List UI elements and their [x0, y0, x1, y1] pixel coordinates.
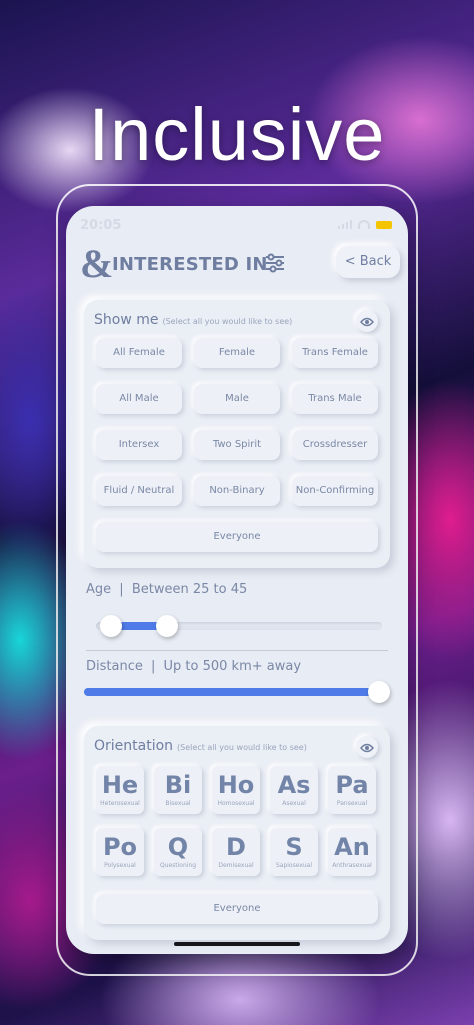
tile-name: Bisexual	[165, 800, 191, 807]
orientation-visibility-toggle[interactable]	[356, 736, 378, 758]
distance-separator: |	[150, 659, 156, 674]
tile-symbol: Q	[167, 833, 189, 861]
orientation-heading: Orientation (Select all you would like to…	[94, 738, 307, 754]
option-non-binary[interactable]: Non-Binary	[194, 476, 280, 506]
tile-symbol: D	[226, 833, 246, 861]
visibility-toggle[interactable]	[356, 310, 378, 332]
tile-symbol: He	[101, 771, 139, 799]
orientation-tile-polysexual[interactable]: Po Polysexual	[96, 828, 144, 876]
orientation-tile-sapiosexual[interactable]: S Sapiosexual	[270, 828, 318, 876]
tile-symbol: Bi	[164, 771, 192, 799]
option-fluid-neutral[interactable]: Fluid / Neutral	[96, 476, 182, 506]
tile-name: Heterosexual	[100, 800, 140, 807]
age-label-text: Age	[86, 582, 112, 597]
tile-symbol: An	[334, 833, 370, 861]
tile-name: Asexual	[282, 800, 306, 807]
tile-symbol: Pa	[335, 771, 369, 799]
option-all-male[interactable]: All Male	[96, 384, 182, 414]
orientation-hint: (Select all you would like to see)	[177, 743, 307, 752]
status-bar: 20:05	[66, 206, 408, 240]
tile-symbol: Po	[102, 833, 138, 861]
status-icons	[338, 220, 392, 229]
distance-handle[interactable]	[368, 681, 390, 703]
age-value: Between 25 to 45	[131, 582, 248, 597]
option-crossdresser[interactable]: Crossdresser	[292, 430, 378, 460]
tile-name: Questioning	[159, 862, 197, 869]
orientation-tile-pansexual[interactable]: Pa Pansexual	[328, 766, 376, 814]
option-male[interactable]: Male	[194, 384, 280, 414]
headline: Inclusive	[88, 93, 386, 176]
option-all-female[interactable]: All Female	[96, 338, 182, 368]
signal-icon	[338, 220, 352, 229]
distance-value: Up to 500 km+ away	[163, 659, 302, 674]
orientation-card: Orientation (Select all you would like to…	[84, 726, 390, 940]
tile-name: Pansexual	[336, 800, 368, 807]
battery-icon	[376, 220, 392, 229]
orientation-tile-questioning[interactable]: Q Questioning	[154, 828, 202, 876]
option-female[interactable]: Female	[194, 338, 280, 368]
tile-symbol: S	[285, 833, 303, 861]
tile-name: Polysexual	[104, 862, 136, 869]
orientation-tile-bisexual[interactable]: Bi Bisexual	[154, 766, 202, 814]
phone-screen: 20:05 & INTERESTED IN < Back Show me (Sel…	[66, 206, 408, 954]
orientation-tile-homosexual[interactable]: Ho Homosexual	[212, 766, 260, 814]
orientation-everyone[interactable]: Everyone	[96, 894, 378, 924]
orientation-tile-asexual[interactable]: As Asexual	[270, 766, 318, 814]
show-me-heading: Show me (Select all you would like to see…	[94, 312, 292, 328]
tile-symbol: As	[277, 771, 311, 799]
show-me-card: Show me (Select all you would like to see…	[84, 300, 390, 568]
wifi-icon	[358, 220, 370, 229]
age-max-handle[interactable]	[156, 615, 178, 637]
orientation-tile-anthrasexual[interactable]: An Anthrasexual	[328, 828, 376, 876]
tile-name: Demisexual	[218, 862, 254, 869]
option-intersex[interactable]: Intersex	[96, 430, 182, 460]
filter-sliders-icon[interactable]	[264, 252, 286, 278]
tile-name: Anthrasexual	[332, 862, 372, 869]
tile-name: Homosexual	[217, 800, 255, 807]
status-time: 20:05	[80, 218, 122, 233]
option-everyone[interactable]: Everyone	[96, 522, 378, 552]
tile-name: Sapiosexual	[275, 862, 313, 869]
page-title: INTERESTED IN	[112, 254, 268, 275]
eye-icon	[360, 312, 374, 331]
divider	[86, 650, 388, 651]
distance-label-text: Distance	[86, 659, 143, 674]
age-separator: |	[119, 582, 124, 597]
orientation-title: Orientation	[94, 738, 174, 754]
orientation-tile-heterosexual[interactable]: He Heterosexual	[96, 766, 144, 814]
age-min-handle[interactable]	[100, 615, 122, 637]
option-trans-male[interactable]: Trans Male	[292, 384, 378, 414]
distance-slider-fill	[84, 688, 380, 696]
option-two-spirit[interactable]: Two Spirit	[194, 430, 280, 460]
app-logo: &	[80, 241, 114, 286]
header: & INTERESTED IN < Back	[80, 244, 400, 288]
back-button[interactable]: < Back	[336, 246, 400, 278]
option-non-confirming[interactable]: Non-Confirming	[292, 476, 378, 506]
distance-label: Distance | Up to 500 km+ away	[86, 659, 301, 674]
option-trans-female[interactable]: Trans Female	[292, 338, 378, 368]
eye-icon	[360, 738, 374, 757]
orientation-tile-demisexual[interactable]: D Demisexual	[212, 828, 260, 876]
age-label: Age | Between 25 to 45	[86, 582, 247, 597]
tile-symbol: Ho	[217, 771, 255, 799]
show-me-hint: (Select all you would like to see)	[162, 317, 293, 326]
show-me-title: Show me	[94, 312, 159, 328]
home-indicator	[174, 942, 300, 946]
